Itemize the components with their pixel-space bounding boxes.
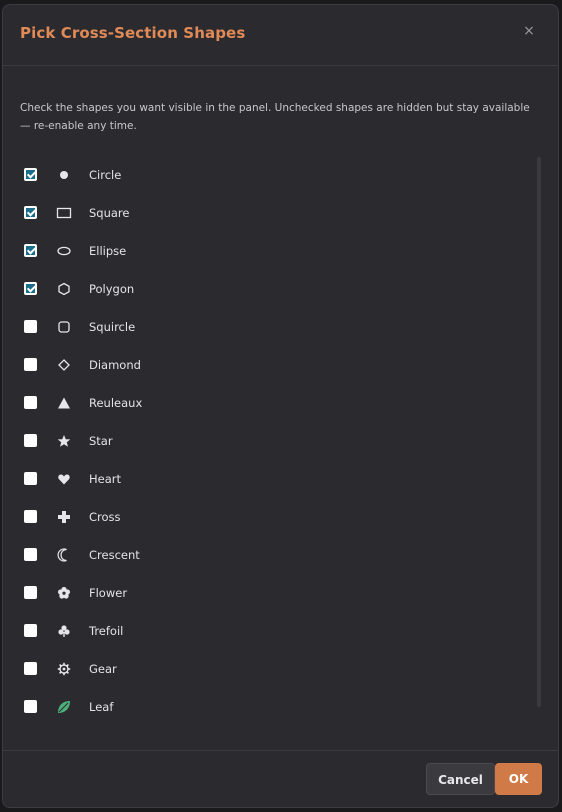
dialog-title: Pick Cross-Section Shapes bbox=[20, 24, 246, 42]
shape-row-square[interactable]: Square bbox=[3, 195, 523, 233]
dialog-header: Pick Cross-Section Shapes × bbox=[3, 5, 558, 66]
squircle-icon bbox=[54, 317, 74, 337]
shape-checkbox-reuleaux[interactable] bbox=[24, 396, 37, 409]
cross-icon bbox=[54, 507, 74, 527]
dialog-footer: Cancel OK bbox=[3, 750, 558, 807]
shape-label: Polygon bbox=[89, 282, 135, 296]
shape-checkbox-crescent[interactable] bbox=[24, 548, 37, 561]
shape-list: Circle Square Ellipse Polygon Squircle Diamon… bbox=[3, 157, 523, 727]
crescent-icon bbox=[54, 545, 74, 565]
ok-button[interactable]: OK bbox=[495, 763, 542, 795]
shape-row-flower[interactable]: Flower bbox=[3, 575, 523, 613]
shape-label: Diamond bbox=[89, 358, 141, 372]
shape-label: Trefoil bbox=[89, 624, 124, 638]
shape-label: Reuleaux bbox=[89, 396, 143, 410]
circle-icon bbox=[54, 165, 74, 185]
shape-row-heart[interactable]: Heart bbox=[3, 461, 523, 499]
shape-checkbox-trefoil[interactable] bbox=[24, 624, 37, 637]
shape-label: Ellipse bbox=[89, 244, 127, 258]
shape-checkbox-square[interactable] bbox=[24, 206, 37, 219]
shape-checkbox-diamond[interactable] bbox=[24, 358, 37, 371]
shape-checkbox-cross[interactable] bbox=[24, 510, 37, 523]
leaf-icon bbox=[54, 697, 74, 717]
shape-label: Crescent bbox=[89, 548, 140, 562]
square-icon bbox=[54, 203, 74, 223]
shape-label: Leaf bbox=[89, 700, 114, 714]
shape-row-crescent[interactable]: Crescent bbox=[3, 537, 523, 575]
hexagon-icon bbox=[54, 279, 74, 299]
cancel-button[interactable]: Cancel bbox=[426, 763, 495, 795]
close-icon[interactable]: × bbox=[522, 24, 536, 38]
shape-picker-dialog: Pick Cross-Section Shapes × Check the sh… bbox=[2, 4, 559, 808]
shape-checkbox-squircle[interactable] bbox=[24, 320, 37, 333]
flower-icon bbox=[54, 583, 74, 603]
trefoil-icon bbox=[54, 621, 74, 641]
shape-row-squircle[interactable]: Squircle bbox=[3, 309, 523, 347]
shape-checkbox-flower[interactable] bbox=[24, 586, 37, 599]
triangle-icon bbox=[54, 393, 74, 413]
shape-row-star[interactable]: Star bbox=[3, 423, 523, 461]
list-scrollbar[interactable] bbox=[537, 157, 541, 707]
shape-checkbox-circle[interactable] bbox=[24, 168, 37, 181]
shape-row-circle[interactable]: Circle bbox=[3, 157, 523, 195]
diamond-icon bbox=[54, 355, 74, 375]
shape-label: Flower bbox=[89, 586, 128, 600]
heart-icon bbox=[54, 469, 74, 489]
shape-row-cross[interactable]: Cross bbox=[3, 499, 523, 537]
shape-label: Square bbox=[89, 206, 130, 220]
shape-label: Circle bbox=[89, 168, 122, 182]
shape-label: Gear bbox=[89, 662, 117, 676]
shape-row-polygon[interactable]: Polygon bbox=[3, 271, 523, 309]
shape-label: Cross bbox=[89, 510, 121, 524]
shape-checkbox-ellipse[interactable] bbox=[24, 244, 37, 257]
shape-checkbox-leaf[interactable] bbox=[24, 700, 37, 713]
shape-label: Heart bbox=[89, 472, 122, 486]
shape-label: Star bbox=[89, 434, 113, 448]
shape-row-reuleaux[interactable]: Reuleaux bbox=[3, 385, 523, 423]
shape-row-ellipse[interactable]: Ellipse bbox=[3, 233, 523, 271]
shape-row-gear[interactable]: Gear bbox=[3, 651, 523, 689]
shape-row-diamond[interactable]: Diamond bbox=[3, 347, 523, 385]
gear-icon bbox=[54, 659, 74, 679]
shape-checkbox-star[interactable] bbox=[24, 434, 37, 447]
shape-row-leaf[interactable]: Leaf bbox=[3, 689, 523, 727]
ellipse-icon bbox=[54, 241, 74, 261]
shape-checkbox-gear[interactable] bbox=[24, 662, 37, 675]
shape-label: Squircle bbox=[89, 320, 136, 334]
dialog-description: Check the shapes you want visible in the… bbox=[20, 102, 530, 132]
star-icon bbox=[54, 431, 74, 451]
shape-checkbox-polygon[interactable] bbox=[24, 282, 37, 295]
shape-checkbox-heart[interactable] bbox=[24, 472, 37, 485]
shape-row-trefoil[interactable]: Trefoil bbox=[3, 613, 523, 651]
